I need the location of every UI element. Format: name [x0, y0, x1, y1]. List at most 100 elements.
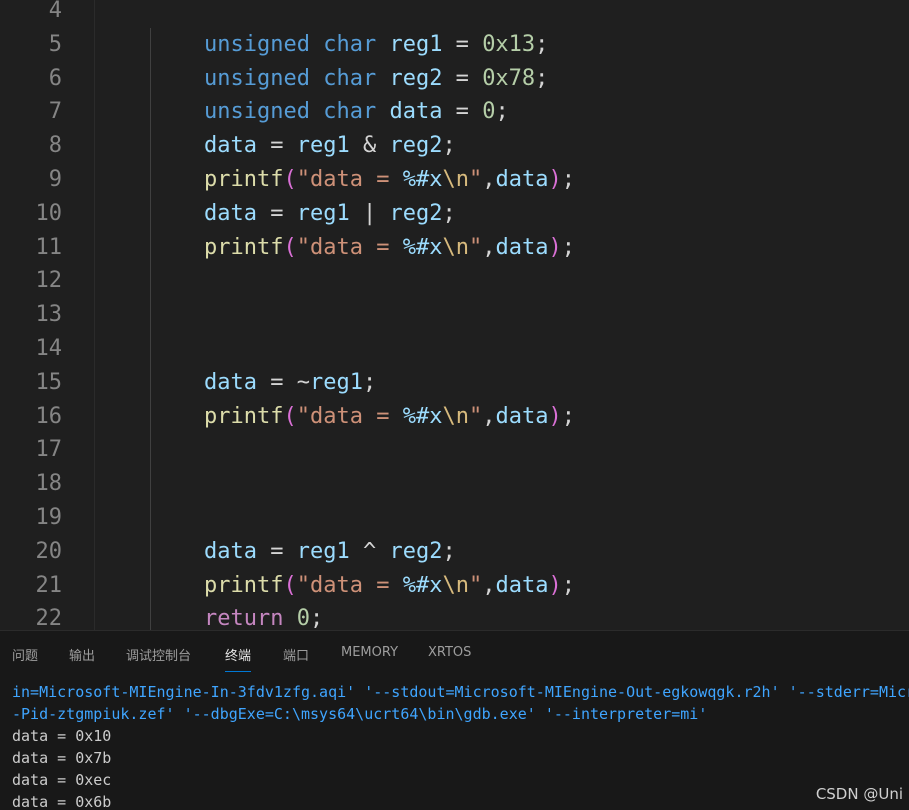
code-token: reg1: [309, 369, 363, 395]
code-token: ;: [561, 167, 575, 192]
tab-memory[interactable]: MEMORY: [341, 645, 398, 660]
code-token: ;: [535, 31, 549, 57]
code-token: data: [204, 538, 257, 564]
tab-ports[interactable]: 端口: [283, 645, 309, 664]
code-token: ": [468, 572, 483, 598]
code-token: \n: [442, 403, 469, 429]
code-token: reg2: [389, 538, 443, 564]
code-token: ;: [442, 133, 456, 159]
line-number: 7: [48, 99, 62, 125]
code-token: printf: [204, 234, 284, 260]
bottom-panel: 问题 输出 调试控制台 终端 端口 MEMORY XRTOS in=Micros…: [0, 630, 909, 810]
code-line: 14: [0, 332, 909, 366]
code-token: data: [495, 572, 549, 598]
code-line: 15 data = ~reg1;: [0, 366, 909, 400]
code-token: ;: [561, 403, 575, 429]
terminal-command-line: in=Microsoft-MIEngine-In-3fdv1zfg.aqi' '…: [12, 683, 909, 701]
code-token: reg1: [296, 538, 350, 564]
code-token: ): [548, 234, 562, 260]
code-line: 17: [0, 433, 909, 467]
code-token: data: [204, 200, 257, 226]
code-token: ;: [309, 606, 324, 630]
code-line: 20 data = reg1 ^ reg2;: [0, 535, 909, 569]
terminal-output-line: data = 0x6b: [12, 793, 112, 810]
code-text: data = ~reg1;: [204, 366, 376, 400]
code-token: printf: [204, 403, 284, 429]
code-token: (: [283, 234, 297, 260]
code-token: = ~: [256, 369, 310, 395]
code-token: 0: [482, 99, 496, 125]
panel-tabs: 问题 输出 调试控制台 终端 端口 MEMORY XRTOS: [0, 631, 909, 675]
terminal-output-line: data = 0xec: [12, 771, 112, 789]
code-token: ): [548, 403, 562, 429]
code-line: 11 printf("data = %#x\n",data);: [0, 231, 909, 265]
code-token: ;: [561, 572, 575, 598]
code-token: |: [349, 200, 390, 226]
line-number: 5: [48, 31, 62, 57]
code-token: ): [548, 167, 562, 192]
line-number: 9: [48, 167, 62, 192]
terminal-output[interactable]: in=Microsoft-MIEngine-In-3fdv1zfg.aqi' '…: [12, 681, 909, 810]
tab-terminal[interactable]: 终端: [225, 645, 252, 672]
code-token: =: [256, 133, 297, 159]
code-token: unsigned: [204, 99, 310, 125]
code-text: printf("data = %#x\n",data);: [204, 231, 575, 265]
code-line: 9 printf("data = %#x\n",data);: [0, 163, 909, 197]
code-token: data: [495, 403, 549, 429]
code-token: reg2: [389, 133, 443, 159]
code-token: reg1: [296, 200, 350, 226]
code-token: \n: [442, 167, 469, 192]
code-text: printf("data = %#x\n",data);: [204, 569, 575, 603]
code-token: ,: [482, 167, 496, 192]
code-token: data: [389, 99, 443, 125]
code-token: reg2: [389, 65, 443, 91]
code-token: ": [468, 167, 483, 192]
code-token: reg1: [296, 133, 350, 159]
code-token: %#x: [402, 403, 443, 429]
line-number: 6: [48, 65, 62, 91]
code-line: 16 printf("data = %#x\n",data);: [0, 400, 909, 434]
code-token: printf: [204, 167, 284, 192]
tab-output[interactable]: 输出: [69, 645, 95, 664]
tab-problems[interactable]: 问题: [12, 645, 38, 664]
code-token: "data =: [296, 167, 403, 192]
code-token: &: [349, 133, 390, 159]
line-number: 10: [35, 200, 63, 226]
code-line: 13: [0, 298, 909, 332]
code-token: reg2: [389, 200, 443, 226]
tab-xrtos[interactable]: XRTOS: [428, 645, 471, 660]
code-line: 7 unsigned char data = 0;: [0, 95, 909, 129]
code-line: 18: [0, 467, 909, 501]
line-number: 14: [35, 336, 63, 361]
code-line: 22 return 0;: [0, 602, 909, 630]
code-line: 21 printf("data = %#x\n",data);: [0, 569, 909, 603]
line-number: 18: [35, 471, 63, 497]
code-token: "data =: [296, 234, 403, 260]
line-number: 17: [35, 437, 63, 463]
line-number: 12: [35, 268, 63, 294]
line-number: 15: [35, 369, 63, 395]
code-text: printf("data = %#x\n",data);: [204, 163, 575, 197]
code-token: return: [204, 606, 284, 630]
code-token: =: [442, 99, 483, 125]
code-token: "data =: [296, 572, 403, 598]
code-token: 0x78: [482, 65, 536, 91]
code-token: ;: [362, 369, 377, 395]
code-token: ^: [349, 538, 390, 564]
code-token: ,: [482, 572, 496, 598]
tab-debug-console[interactable]: 调试控制台: [126, 645, 191, 664]
code-token: (: [283, 403, 297, 429]
code-token: ;: [442, 200, 456, 226]
code-token: unsigned: [204, 65, 310, 91]
code-token: ,: [482, 403, 496, 429]
code-token: ": [468, 234, 483, 260]
code-editor[interactable]: 4 5 unsigned char reg1 = 0x13; 6 unsigned ch…: [0, 0, 909, 630]
code-text: unsigned char data = 0;: [204, 95, 509, 129]
code-token: \n: [442, 234, 469, 260]
